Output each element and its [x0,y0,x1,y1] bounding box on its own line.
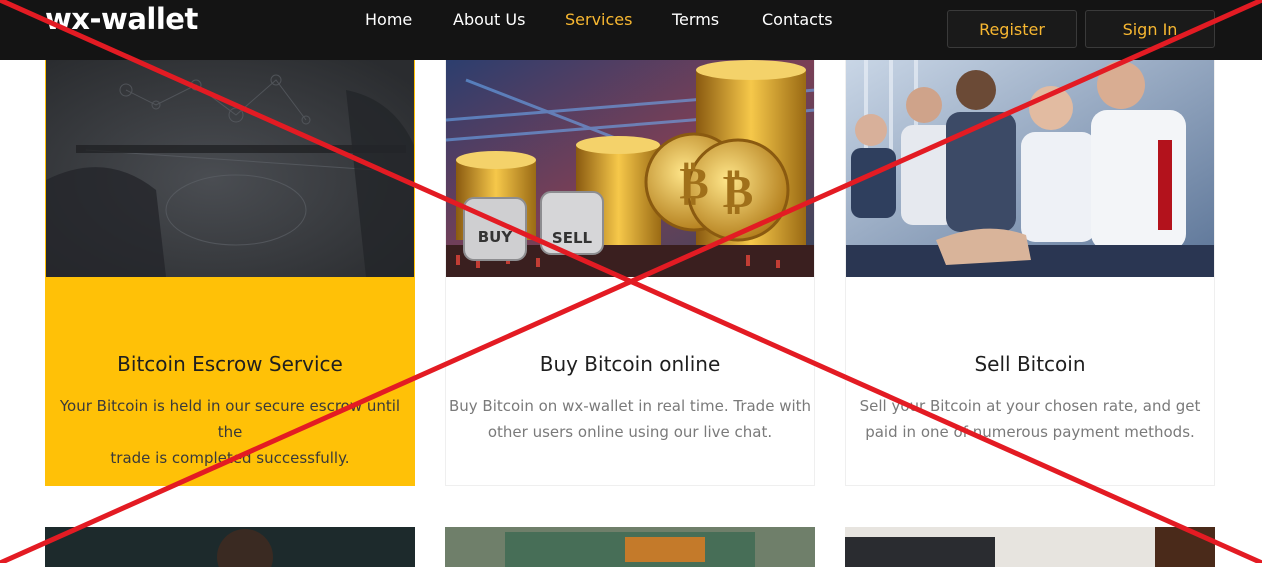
card-description: Sell your Bitcoin at your chosen rate, a… [859,397,1201,441]
top-navigation-bar: wx-wallet Home About Us Services Terms C… [0,0,1262,60]
buy-die: BUY [463,197,527,261]
register-button[interactable]: Register [947,10,1077,48]
card-title: Buy Bitcoin online [539,352,721,376]
buy-die-label: BUY [478,228,514,246]
card-description: Buy Bitcoin on wx-wallet in real time. T… [448,397,812,441]
svg-text:₿: ₿ [723,164,754,218]
main-nav: Home About Us Services Terms Contacts Re… [0,10,1262,48]
svg-text:₿: ₿ [679,158,708,209]
sell-die: SELL [540,191,604,255]
card-description: Your Bitcoin is held in our secure escro… [59,397,401,467]
service-card-image-5 [445,527,815,567]
service-card-buy[interactable]: ₿ ₿ BUY SELL Buy Bitcoin online Buy Bitc… [445,60,815,486]
sign-in-button[interactable]: Sign In [1085,10,1215,48]
business-meeting-image [846,60,1214,277]
service-card-sell[interactable]: Sell Bitcoin Sell your Bitcoin at your c… [845,60,1215,486]
nav-home[interactable]: Home [365,10,412,29]
escrow-image [46,60,414,277]
nav-about-us[interactable]: About Us [453,10,525,29]
nav-terms[interactable]: Terms [672,10,719,29]
nav-services[interactable]: Services [565,10,632,29]
card-title: Bitcoin Escrow Service [117,352,343,376]
sell-die-label: SELL [552,229,593,247]
bitcoin-coins-image: ₿ ₿ BUY SELL [446,60,814,277]
nav-contacts[interactable]: Contacts [762,10,833,29]
service-card-image-4 [45,527,415,567]
card-title: Sell Bitcoin [974,352,1086,376]
service-card-image-6 [845,527,1215,567]
service-card-escrow[interactable]: Bitcoin Escrow Service Your Bitcoin is h… [45,60,415,486]
